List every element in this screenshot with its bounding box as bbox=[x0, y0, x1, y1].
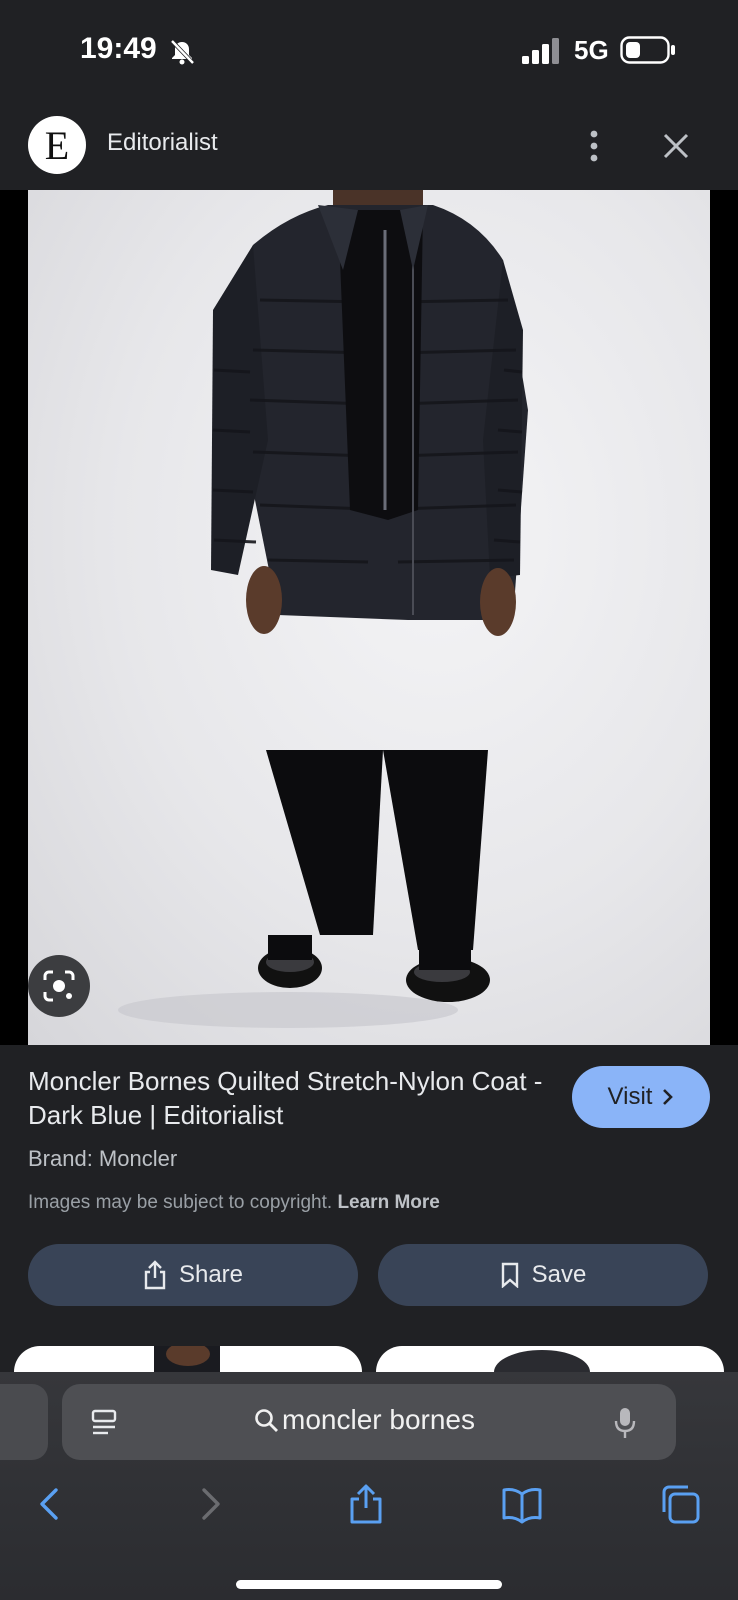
page: 19:49 5G E Editorialist Moncler Bornes Q… bbox=[0, 0, 738, 1600]
battery-icon bbox=[620, 36, 675, 64]
forward-icon[interactable] bbox=[190, 1484, 230, 1524]
previous-tab-preview[interactable] bbox=[0, 1384, 48, 1460]
chevron-right-icon bbox=[663, 1089, 674, 1105]
site-name[interactable]: Editorialist bbox=[107, 129, 218, 157]
visit-button[interactable]: Visit bbox=[572, 1066, 710, 1128]
site-logo[interactable]: E bbox=[28, 116, 86, 174]
network-label: 5G bbox=[574, 35, 609, 65]
address-bar[interactable]: moncler bornes bbox=[62, 1384, 676, 1460]
share-sheet-icon[interactable] bbox=[346, 1484, 386, 1524]
signal-icon bbox=[522, 38, 559, 64]
bookmarks-icon[interactable] bbox=[502, 1484, 542, 1524]
learn-more-link[interactable]: Learn More bbox=[337, 1192, 439, 1213]
image-viewer[interactable] bbox=[0, 190, 738, 1045]
result-header: E Editorialist bbox=[0, 100, 738, 190]
close-icon[interactable] bbox=[660, 130, 692, 162]
more-vert-icon[interactable] bbox=[580, 128, 608, 164]
product-title[interactable]: Moncler Bornes Quilted Stretch-Nylon Coa… bbox=[28, 1064, 548, 1132]
share-button[interactable]: Share bbox=[28, 1244, 358, 1306]
share-label: Share bbox=[178, 1261, 244, 1288]
bookmark-icon bbox=[501, 1262, 518, 1288]
address-text[interactable]: moncler bornes bbox=[282, 1404, 475, 1436]
status-time: 19:49 bbox=[80, 32, 157, 65]
copyright-text: Images may be subject to copyright. bbox=[28, 1192, 333, 1213]
status-bar: 19:49 5G bbox=[0, 0, 738, 100]
microphone-icon[interactable] bbox=[614, 1406, 636, 1440]
lens-icon bbox=[43, 970, 75, 1002]
bell-slash-icon bbox=[170, 39, 195, 65]
product-photo[interactable] bbox=[28, 190, 710, 1045]
coat-illustration bbox=[118, 190, 528, 1028]
back-icon[interactable] bbox=[30, 1484, 70, 1524]
search-icon bbox=[255, 1409, 278, 1432]
brand-label: Brand: Moncler bbox=[28, 1146, 178, 1171]
lens-search-button[interactable] bbox=[28, 955, 90, 1017]
visit-label: Visit bbox=[607, 1083, 653, 1110]
copyright-notice: Images may be subject to copyright. Lear… bbox=[28, 1192, 440, 1214]
save-label: Save bbox=[531, 1261, 587, 1288]
page-menu-icon[interactable] bbox=[90, 1408, 118, 1438]
share-icon bbox=[144, 1260, 166, 1290]
tabs-icon[interactable] bbox=[660, 1484, 700, 1524]
save-button[interactable]: Save bbox=[378, 1244, 708, 1306]
browser-toolbar: moncler bornes bbox=[0, 1372, 738, 1600]
home-indicator bbox=[236, 1580, 502, 1589]
